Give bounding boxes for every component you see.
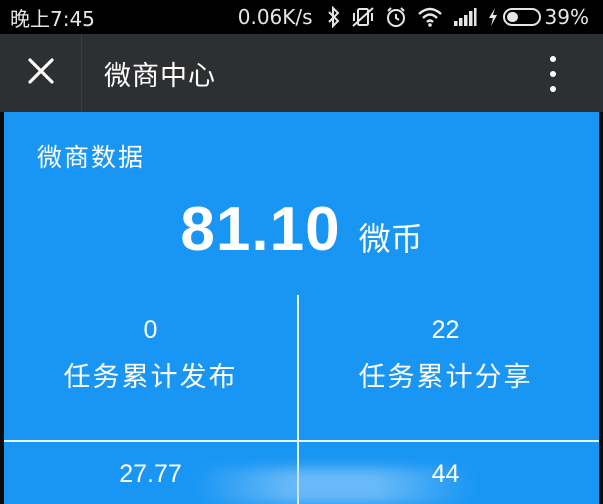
close-icon	[27, 57, 55, 89]
alarm-icon	[385, 6, 407, 28]
net-speed: 0.06K/s	[237, 5, 313, 29]
horizontal-divider	[4, 440, 599, 442]
right-edge	[599, 112, 603, 504]
balance-unit: 微币	[358, 220, 423, 258]
close-button[interactable]	[0, 34, 82, 112]
status-time: 晚上7:45	[10, 6, 95, 31]
stat-value: 22	[431, 316, 460, 344]
stat-value: 44	[431, 460, 460, 488]
status-bar: 晚上7:45 0.06K/s 39%	[0, 0, 603, 34]
stat-cell-3[interactable]: 27.77	[4, 460, 297, 489]
title-bar: 微商中心	[0, 34, 603, 112]
charging-icon	[487, 7, 499, 27]
vibrate-off-icon	[351, 6, 375, 28]
stat-cell-4[interactable]: 44	[299, 460, 592, 489]
section-title: 微商数据	[37, 143, 146, 172]
more-vertical-icon[interactable]	[541, 56, 565, 92]
balance: 81.10 微币	[4, 194, 599, 265]
bluetooth-icon	[327, 6, 341, 28]
battery-fill	[506, 12, 519, 22]
battery-percent: 39%	[544, 5, 589, 29]
balance-value: 81.10	[180, 195, 341, 264]
battery-icon	[502, 8, 541, 26]
stat-value: 0	[143, 316, 158, 344]
stat-value: 27.77	[119, 460, 182, 488]
stat-label: 任务累计发布	[63, 362, 238, 393]
wifi-icon	[417, 6, 443, 28]
battery: 39%	[487, 5, 589, 29]
stat-tasks-published[interactable]: 0 任务累计发布	[4, 316, 297, 394]
page-title: 微商中心	[104, 60, 216, 92]
signal-icon	[453, 7, 477, 27]
stat-tasks-shared[interactable]: 22 任务累计分享	[299, 316, 592, 394]
status-left: 晚上7:45	[10, 3, 95, 32]
status-right: 0.06K/s 39%	[238, 5, 589, 29]
stat-label: 任务累计分享	[358, 362, 533, 393]
main-panel: 微商数据 81.10 微币 0 任务累计发布 22 任务累计分享 27.77 4…	[4, 112, 599, 504]
